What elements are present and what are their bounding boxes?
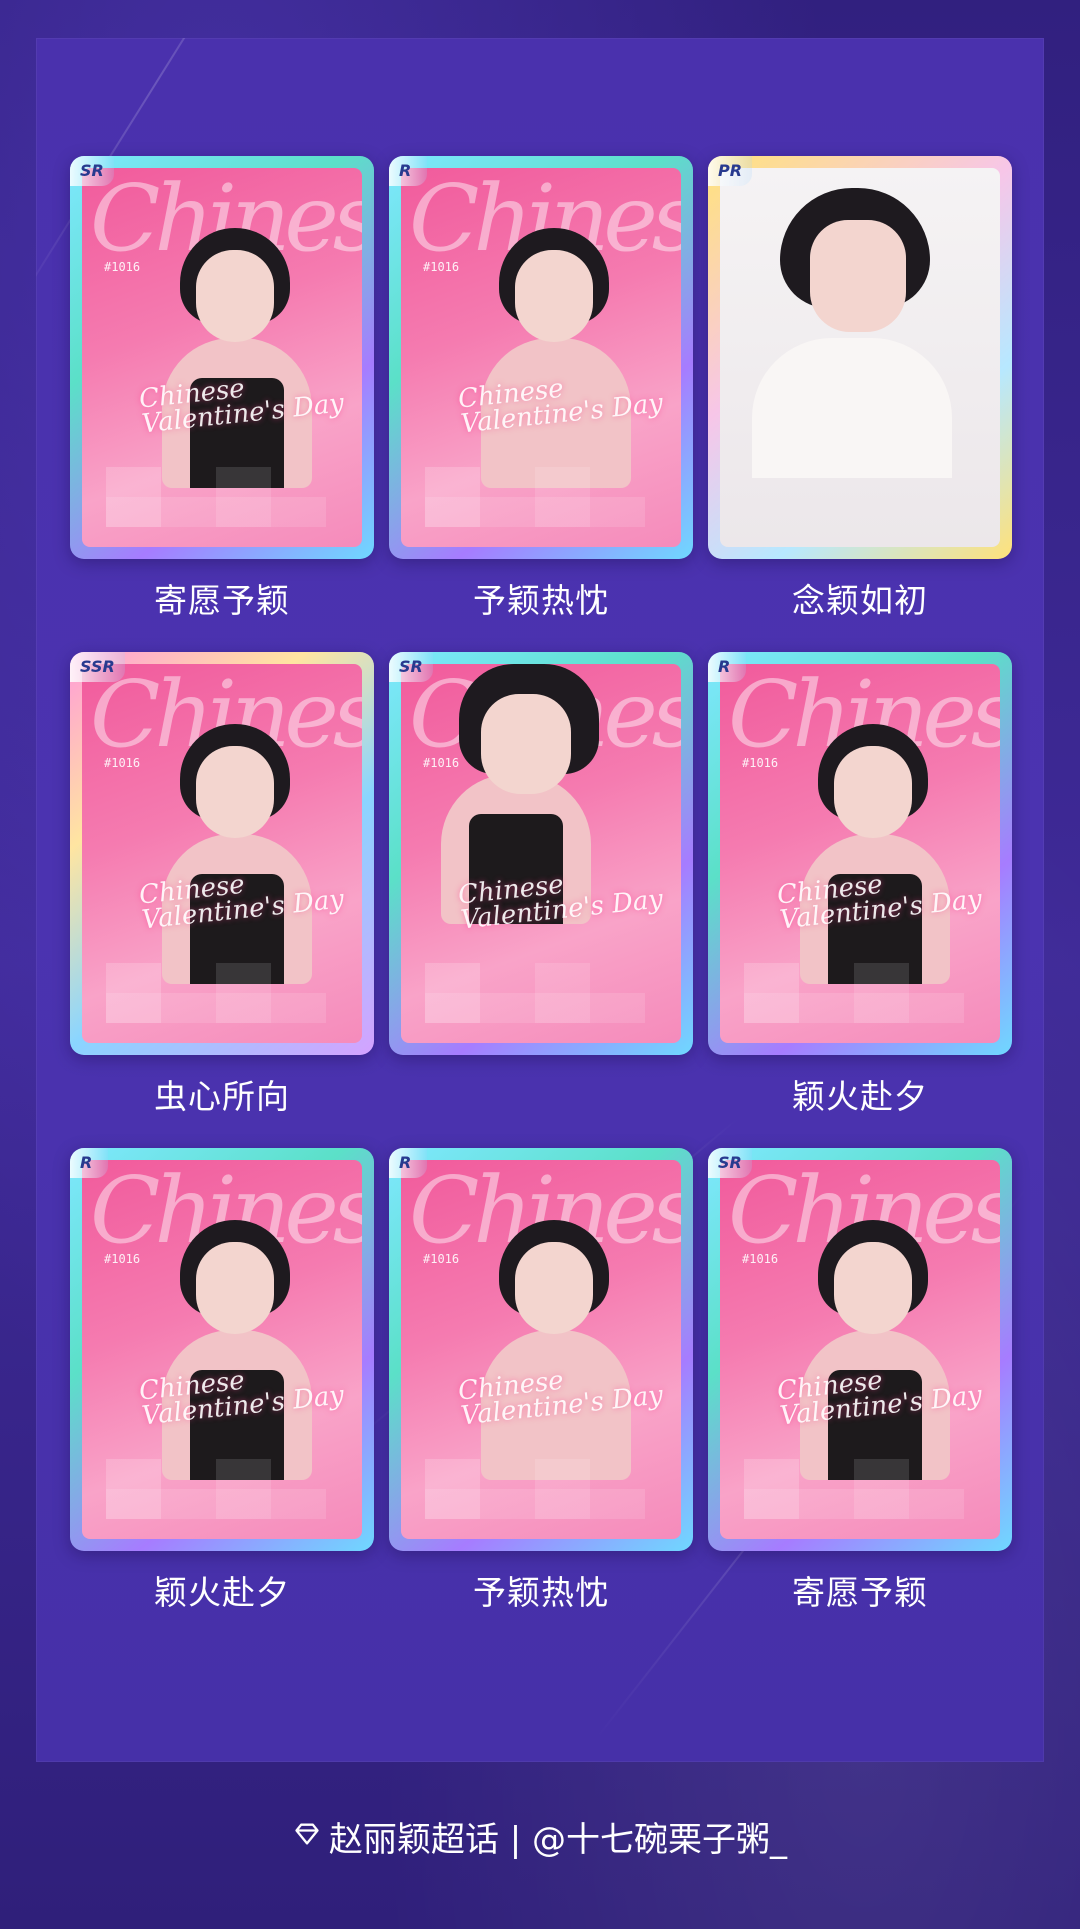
portrait	[152, 724, 322, 984]
rarity-badge: R	[70, 1148, 108, 1178]
portrait	[790, 724, 960, 984]
card-photo: Chinese #1016 Chinese Valentine's Day	[82, 664, 362, 1043]
rarity-badge: R	[389, 1148, 427, 1178]
card-number: #1016	[742, 756, 779, 770]
card-photo: Chinese #1016 Chinese Valentine's Day	[720, 664, 1000, 1043]
diamond-icon	[293, 1817, 321, 1857]
rarity-badge: SSR	[70, 652, 125, 682]
mosaic-blur	[106, 467, 326, 527]
portrait	[471, 1220, 641, 1480]
card-2[interactable]: Chinese #1016 Chinese Valentine's Day R	[389, 156, 693, 559]
mosaic-blur	[744, 963, 964, 1023]
mosaic-blur	[425, 963, 645, 1023]
card-photo: Chinese #1016 Chinese Valentine's Day	[401, 664, 681, 1043]
mosaic-blur	[106, 1459, 326, 1519]
card-name: 寄愿予颖	[154, 581, 290, 620]
rarity-badge: SR	[708, 1148, 752, 1178]
card-photo: Chinese #1016 Chinese Valentine's Day	[720, 1160, 1000, 1539]
rarity-badge: R	[708, 652, 746, 682]
rarity-badge: R	[389, 156, 427, 186]
portrait	[790, 1220, 960, 1480]
card-3[interactable]: PR	[708, 156, 1012, 559]
card-number: #1016	[742, 1252, 779, 1266]
portrait	[471, 228, 641, 488]
card-number: #1016	[104, 260, 141, 274]
card-name: 颖火赴夕	[154, 1573, 290, 1612]
card-name: 念颖如初	[792, 581, 928, 620]
card-9[interactable]: Chinese #1016 Chinese Valentine's Day SR	[708, 1148, 1012, 1551]
mosaic-blur	[425, 467, 645, 527]
card-number: #1016	[104, 1252, 141, 1266]
portrait	[152, 1220, 322, 1480]
card-name: 予颖热忱	[473, 1573, 609, 1612]
card-number: #1016	[423, 260, 460, 274]
mosaic-blur	[106, 963, 326, 1023]
card-7[interactable]: Chinese #1016 Chinese Valentine's Day R	[70, 1148, 374, 1551]
card-6[interactable]: Chinese #1016 Chinese Valentine's Day R	[708, 652, 1012, 1055]
footer-credit: 赵丽颖超话 | @十七碗栗子粥_	[0, 1812, 1080, 1861]
card-number: #1016	[423, 1252, 460, 1266]
card-4[interactable]: Chinese #1016 Chinese Valentine's Day SS…	[70, 652, 374, 1055]
rarity-badge: SR	[70, 156, 114, 186]
rarity-badge: SR	[389, 652, 433, 682]
card-photo: Chinese #1016 Chinese Valentine's Day	[82, 168, 362, 547]
footer-text[interactable]: 赵丽颖超话 | @十七碗栗子粥_	[329, 1812, 787, 1861]
card-name: 虫心所向	[154, 1077, 290, 1116]
card-photo: Chinese #1016 Chinese Valentine's Day	[401, 1160, 681, 1539]
card-8[interactable]: Chinese #1016 Chinese Valentine's Day R	[389, 1148, 693, 1551]
card-photo: Chinese #1016 Chinese Valentine's Day	[82, 1160, 362, 1539]
portrait	[152, 228, 322, 488]
card-name: 寄愿予颖	[792, 1573, 928, 1612]
card-1[interactable]: Chinese #1016 Chinese Valentine's Day SR	[70, 156, 374, 559]
card-photo: Chinese #1016 Chinese Valentine's Day	[401, 168, 681, 547]
card-5[interactable]: Chinese #1016 Chinese Valentine's Day SR	[389, 652, 693, 1055]
mosaic-blur	[425, 1459, 645, 1519]
portrait	[752, 188, 960, 528]
card-photo	[720, 168, 1000, 547]
mosaic-blur	[744, 1459, 964, 1519]
card-name: 予颖热忱	[473, 581, 609, 620]
card-number: #1016	[104, 756, 141, 770]
rarity-badge: PR	[708, 156, 753, 186]
card-name: 颖火赴夕	[792, 1077, 928, 1116]
